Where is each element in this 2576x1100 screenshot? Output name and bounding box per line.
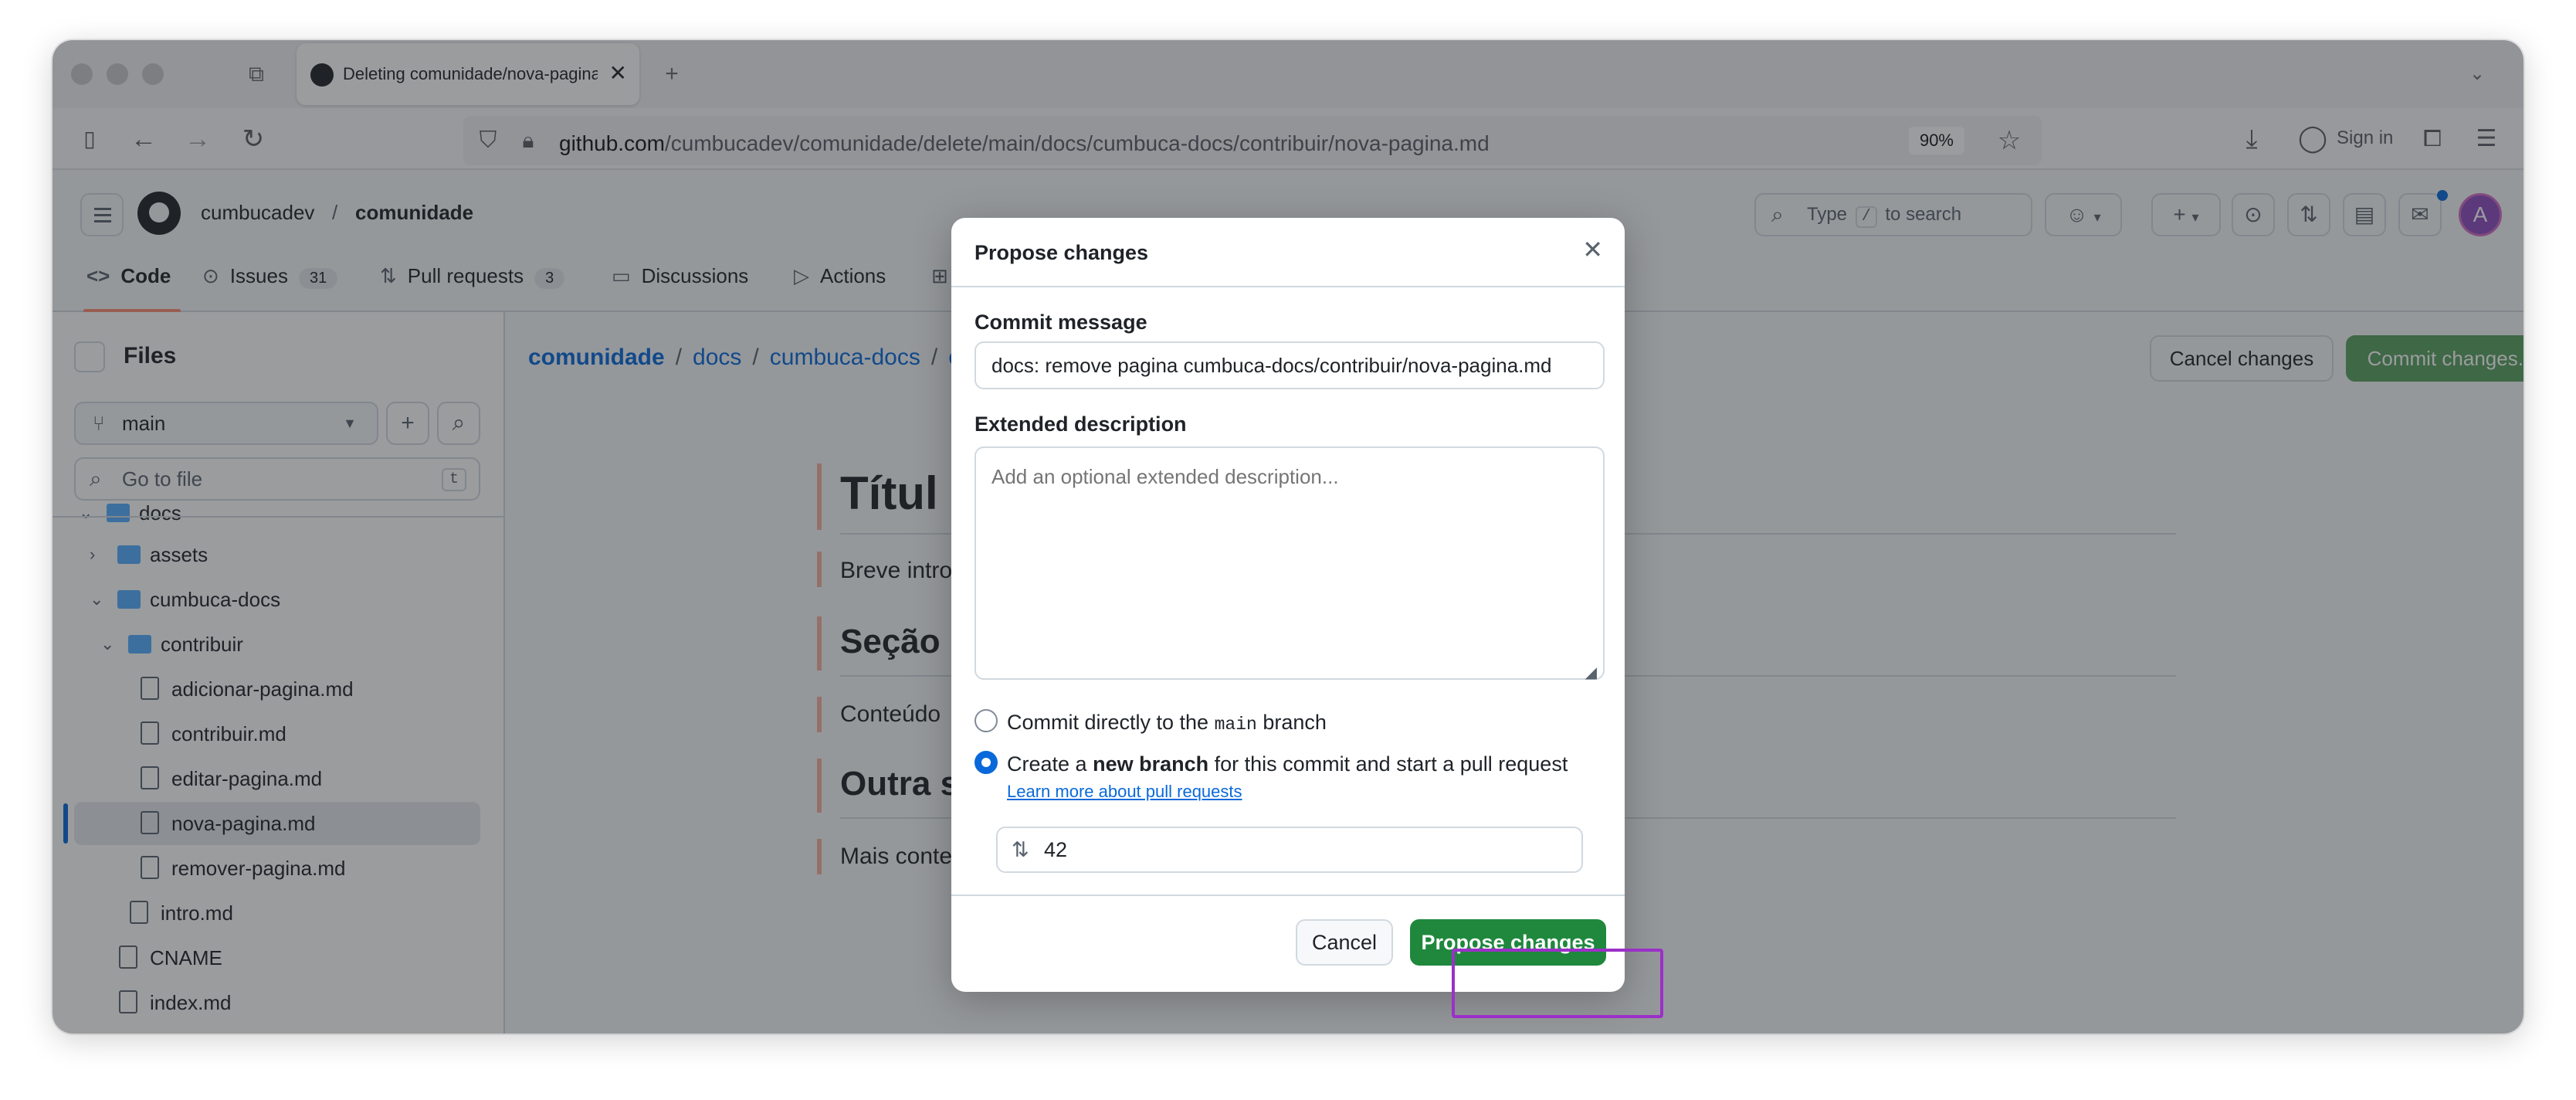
new-branch-label[interactable]: Create a new branch for this commit and … [1007,752,1568,776]
resize-handle-icon[interactable]: ◢ [1585,663,1597,682]
dialog-title: Propose changes [974,241,1149,264]
branch-name-input[interactable]: ⇅ 42 [996,827,1583,873]
new-branch-bold: new branch [1093,752,1209,776]
highlight-outline [1452,949,1663,1018]
propose-changes-dialog: Propose changes ✕ Commit message Extende… [951,218,1625,992]
commit-directly-label[interactable]: Commit directly to the main branch [1007,711,1327,735]
new-branch-radio[interactable] [974,751,998,774]
commit-directly-text: Commit directly to the [1007,711,1209,734]
commit-message-label: Commit message [974,311,1147,334]
new-branch-prefix: Create a [1007,752,1087,776]
dialog-footer-divider [951,895,1625,896]
branch-code: main [1214,715,1257,735]
new-branch-suffix: for this commit and start a pull request [1214,752,1568,776]
branch-name-value: 42 [1044,838,1068,861]
pull-request-icon: ⇅ [1012,838,1029,861]
browser-window: ⧉ Deleting comunidade/nova-pagina.md ✕ +… [53,40,2523,1034]
commit-message-input[interactable] [974,341,1605,389]
commit-directly-radio[interactable] [974,709,998,732]
extended-description-textarea[interactable] [974,446,1605,680]
cancel-button[interactable]: Cancel [1296,919,1393,966]
close-icon[interactable]: ✕ [1582,235,1603,264]
learn-more-link[interactable]: Learn more about pull requests [1007,782,1242,802]
dialog-header: Propose changes ✕ [951,218,1625,287]
commit-directly-suffix: branch [1263,711,1327,734]
extended-description-label: Extended description [974,413,1187,436]
